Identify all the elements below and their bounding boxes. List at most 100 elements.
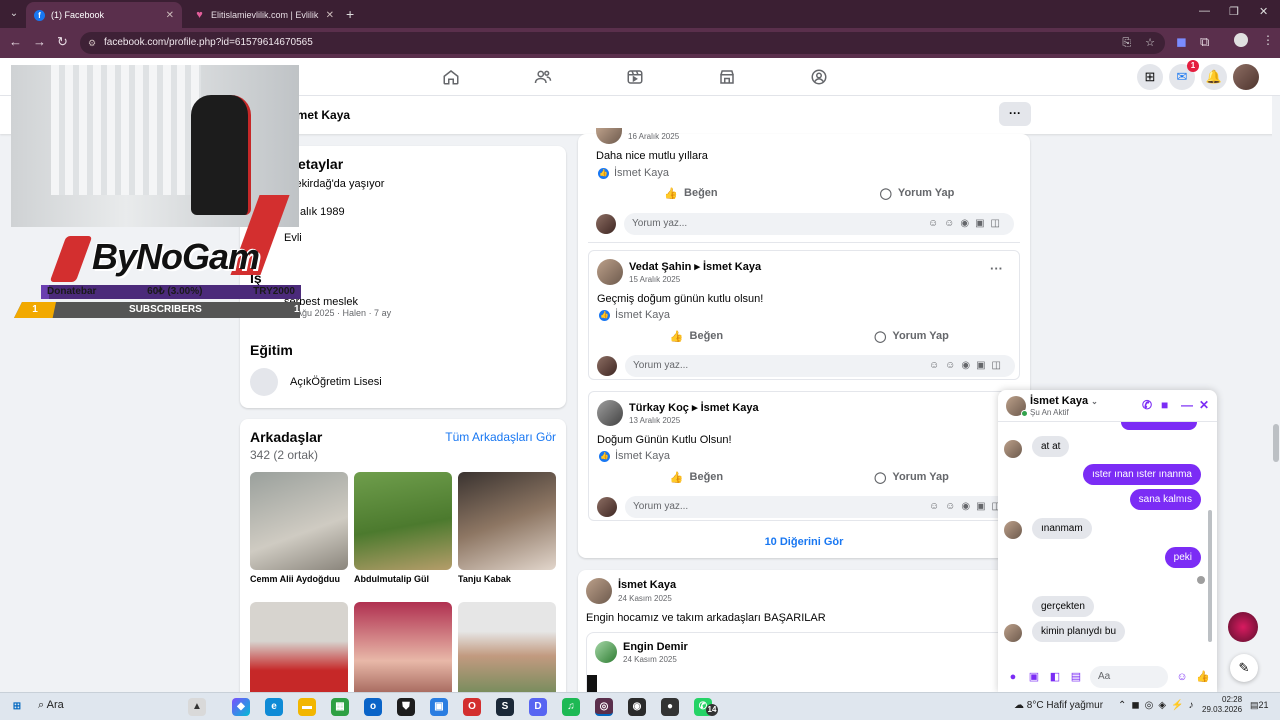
message-out[interactable]: ıster ınan ıster ınanma (1082, 464, 1201, 485)
comment-input[interactable]: Yorum yaz... ☺☺◉▣◫ (625, 496, 1015, 518)
copilot-icon[interactable]: ◆ (232, 698, 250, 716)
clock[interactable]: 02:28 29.03.2026 (1202, 695, 1242, 715)
friend-card[interactable]: Abdulmutalip Gül (354, 472, 452, 584)
comment-tools-icon[interactable]: ☺☺◉▣◫ (929, 496, 1007, 518)
thumbs-up-send-icon[interactable]: 👍 (1196, 670, 1210, 684)
friend-card[interactable] (354, 602, 452, 700)
weather-widget[interactable]: ☁ 8°C Hafif yağmur (1014, 700, 1103, 711)
profile-name[interactable]: smet Kaya (290, 108, 350, 122)
address-bar[interactable]: ⚙ facebook.com/profile.php?id=6157961467… (80, 32, 1165, 54)
comment-tools-icon[interactable]: ☺☺◉▣◫ (929, 355, 1007, 377)
shared-author-avatar[interactable] (595, 641, 617, 663)
message-in[interactable]: kimin planıydı bu (1032, 621, 1126, 642)
new-message-icon[interactable]: ✎ (1230, 654, 1258, 682)
see-all-friends-link[interactable]: Tüm Arkadaşları Gör (445, 430, 556, 444)
post-author-avatar[interactable] (597, 400, 623, 426)
notification-count[interactable]: ▤21 (1250, 700, 1269, 711)
author-name[interactable]: Vedat Şahin (629, 261, 691, 273)
minimize-icon[interactable]: — (1199, 5, 1210, 17)
forward-icon[interactable]: → (33, 34, 46, 49)
browser-menu-icon[interactable]: ⋮ (1262, 33, 1274, 47)
chat-scrollbar[interactable] (1208, 510, 1212, 642)
target-name[interactable]: İsmet Kaya (703, 261, 761, 273)
comment-input[interactable]: Yorum yaz... ☺☺◉▣◫ (625, 355, 1015, 377)
extension-icon[interactable]: ◼ (1176, 34, 1187, 50)
message-in[interactable]: gerçekten (1032, 596, 1094, 617)
chat-head-avatar[interactable] (1228, 612, 1258, 642)
message-in[interactable]: ınanmam (1032, 518, 1092, 539)
school-row[interactable]: AçıkÖğretim Lisesi (250, 368, 382, 396)
opera-icon[interactable]: O (463, 698, 481, 716)
sticker-icon[interactable]: ◧ (1048, 670, 1062, 684)
discord-icon[interactable]: D (529, 698, 547, 716)
comment-tools-icon[interactable]: ☺☺◉▣◫ (928, 213, 1006, 235)
photo-icon[interactable]: ▣ (1027, 670, 1041, 684)
page-scrollbar-track[interactable] (1272, 96, 1280, 692)
message-input[interactable]: Aa (1090, 666, 1168, 688)
extensions-puzzle-icon[interactable]: ⧉ (1200, 34, 1209, 50)
file-explorer-icon[interactable]: ▬ (298, 698, 316, 716)
post-date[interactable]: 16 Aralık 2025 (628, 132, 679, 141)
post-date[interactable]: 24 Kasım 2025 (618, 594, 672, 603)
tab-evlilik[interactable]: ♥ Elitislamievlilik.com | Evlilik Sitesi… (186, 2, 342, 28)
message-out[interactable]: sana kalmıs (1129, 489, 1201, 510)
comment-button[interactable]: ◯ Yorum Yap (804, 325, 1019, 347)
new-tab-button[interactable]: + (346, 6, 354, 22)
comment-input[interactable]: Yorum yaz... ☺☺◉▣◫ (624, 213, 1014, 235)
post-date[interactable]: 15 Aralık 2025 (629, 275, 680, 284)
comment-button[interactable]: ◯ Yorum Yap (804, 182, 1030, 204)
close-window-icon[interactable]: ✕ (1259, 5, 1268, 18)
post-date[interactable]: 13 Aralık 2025 (629, 416, 680, 425)
system-tray-icons[interactable]: ⌃◼◎◈⚡♪ (1118, 700, 1199, 711)
message-in[interactable]: at at (1032, 436, 1070, 457)
account-avatar[interactable] (1233, 64, 1259, 90)
like-button[interactable]: 👍 Beğen (589, 466, 804, 488)
see-more-posts-link[interactable]: 10 Diğerini Gör (578, 536, 1030, 548)
shared-author[interactable]: Engin Demir (623, 641, 688, 653)
windows-start-icon[interactable]: ⊞ (8, 698, 26, 716)
friend-card[interactable] (250, 602, 348, 700)
back-icon[interactable]: ← (9, 34, 22, 49)
post-author-avatar[interactable] (586, 578, 612, 604)
post-options-icon[interactable]: ··· (990, 261, 1003, 276)
messenger-icon[interactable]: ✉ 1 (1169, 60, 1199, 90)
target-name[interactable]: İsmet Kaya (701, 402, 759, 414)
video-icon[interactable] (605, 58, 665, 96)
like-button[interactable]: 👍 Beğen (589, 325, 804, 347)
install-icon[interactable]: ⎘ (1122, 32, 1131, 54)
site-info-icon[interactable]: ⚙ (88, 32, 96, 54)
gaming-icon[interactable] (789, 58, 849, 96)
post-author-avatar[interactable] (597, 259, 623, 285)
tab-search-icon[interactable]: ⌄ (6, 6, 22, 22)
security-icon[interactable]: ⛊ (397, 698, 415, 716)
emoji-icon[interactable]: ☺ (1175, 670, 1189, 684)
tab-close-icon[interactable]: ✕ (326, 10, 334, 21)
widget-icon[interactable]: ▲ (188, 698, 206, 716)
minimize-chat-icon[interactable]: — (1181, 398, 1193, 412)
like-button[interactable]: 👍 Beğen (578, 182, 804, 204)
gif-icon[interactable]: ▤ (1069, 670, 1083, 684)
post-author-avatar[interactable] (596, 128, 622, 144)
notifications-bell-icon[interactable]: 🔔 (1201, 64, 1227, 90)
friend-card[interactable] (458, 602, 556, 700)
spotify-icon[interactable]: ♫ (562, 698, 580, 716)
post-author[interactable]: İsmet Kaya (618, 579, 676, 591)
restore-icon[interactable]: ❐ (1229, 5, 1239, 18)
reload-icon[interactable]: ↻ (57, 34, 68, 50)
microphone-icon[interactable]: ● (1006, 670, 1020, 684)
post-reactions[interactable]: 👍 İsmet Kaya (599, 309, 670, 321)
app-icon[interactable]: ▣ (430, 698, 448, 716)
phone-icon[interactable]: ✆ (1142, 398, 1152, 412)
tab-facebook[interactable]: f (1) Facebook ✕ (26, 2, 182, 28)
taskbar-search[interactable]: ⌕ Ara (38, 699, 64, 712)
menu-grid-icon[interactable]: ⊞ (1137, 64, 1163, 90)
friend-card[interactable]: Cemm Alii Aydoğduu (250, 472, 348, 584)
comment-button[interactable]: ◯ Yorum Yap (804, 466, 1019, 488)
outlook-icon[interactable]: o (364, 698, 382, 716)
recorder-icon[interactable]: ● (661, 698, 679, 716)
chrome-icon[interactable]: ◎ (595, 698, 613, 716)
post-reactions[interactable]: 👍 İsmet Kaya (599, 450, 670, 462)
shared-date[interactable]: 24 Kasım 2025 (623, 655, 677, 664)
post-reactions[interactable]: 👍 İsmet Kaya (598, 167, 669, 179)
message-out[interactable]: peki (1164, 547, 1201, 568)
